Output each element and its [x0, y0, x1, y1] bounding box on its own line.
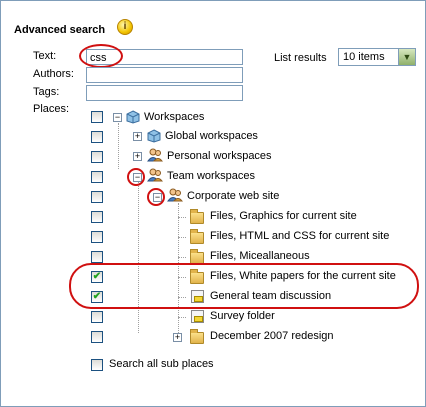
- tree-guide: [178, 277, 186, 278]
- people-icon: [147, 148, 163, 162]
- panel-title: Advanced search: [14, 24, 106, 36]
- tree-node-label[interactable]: Corporate web site: [187, 190, 279, 202]
- folder-icon: [190, 269, 204, 284]
- collapse-icon[interactable]: −: [133, 173, 142, 182]
- tree-node-label[interactable]: Personal workspaces: [167, 150, 272, 162]
- expand-icon[interactable]: +: [133, 152, 142, 161]
- people-icon: [147, 168, 163, 182]
- tree-guide: [178, 237, 186, 238]
- tree-node-label[interactable]: December 2007 redesign: [210, 330, 334, 342]
- list-results-value: 10 items: [343, 51, 385, 63]
- folder-icon: [190, 229, 204, 244]
- tree-node-label[interactable]: Files, Graphics for current site: [210, 210, 357, 222]
- folder-icon: [190, 249, 204, 264]
- tree-guide: [178, 257, 186, 258]
- people-icon: [167, 188, 183, 202]
- text-input[interactable]: css: [86, 49, 243, 65]
- folder-icon: [190, 209, 204, 224]
- authors-label: Authors:: [33, 68, 74, 80]
- folder-icon: [190, 329, 204, 344]
- collapse-icon[interactable]: −: [113, 113, 122, 122]
- list-results-label: List results: [274, 52, 327, 64]
- info-icon[interactable]: i: [117, 19, 133, 35]
- tree-node-label[interactable]: Team workspaces: [167, 170, 255, 182]
- checkbox-survey-folder[interactable]: [91, 311, 103, 323]
- expand-icon[interactable]: +: [173, 333, 182, 342]
- text-label: Text:: [33, 50, 57, 62]
- tree-guide: [178, 317, 186, 318]
- cube-icon: [147, 129, 161, 143]
- places-label: Places:: [33, 103, 70, 115]
- tree-guide: [178, 217, 186, 218]
- authors-input[interactable]: [86, 67, 243, 83]
- collapse-icon[interactable]: −: [153, 193, 162, 202]
- checkbox-files-graphics[interactable]: [91, 211, 103, 223]
- discussion-icon: [191, 310, 204, 323]
- tree-guide: [178, 297, 186, 298]
- checkbox-files-html-css[interactable]: [91, 231, 103, 243]
- search-all-label[interactable]: Search all sub places: [109, 358, 214, 370]
- discussion-icon: [191, 290, 204, 303]
- expand-icon[interactable]: +: [133, 132, 142, 141]
- checkbox-general-team-discussion[interactable]: ✔: [91, 291, 103, 303]
- tree-node-label[interactable]: Survey folder: [210, 310, 275, 322]
- cube-icon: [126, 110, 140, 124]
- tree-node-label[interactable]: Files, Miceallaneous: [210, 250, 310, 262]
- search-all-checkbox[interactable]: [91, 359, 103, 371]
- tags-label: Tags:: [33, 86, 60, 98]
- tree-guide: [118, 123, 119, 169]
- checkbox-team-workspaces[interactable]: [91, 171, 103, 183]
- checkbox-global-workspaces[interactable]: [91, 131, 103, 143]
- tree-node-label[interactable]: General team discussion: [210, 290, 331, 302]
- tree-node-label[interactable]: Workspaces: [144, 111, 204, 123]
- chevron-down-icon[interactable]: ▼: [398, 49, 415, 65]
- list-results-select[interactable]: 10 items ▼: [338, 48, 416, 66]
- advanced-search-panel: Advanced search i Text: Authors: Tags: P…: [0, 0, 426, 407]
- tree-guide: [178, 203, 179, 333]
- checkbox-files-white-papers[interactable]: ✔: [91, 271, 103, 283]
- tree-guide: [138, 181, 139, 333]
- checkbox-personal-workspaces[interactable]: [91, 151, 103, 163]
- checkbox-files-miscellaneous[interactable]: [91, 251, 103, 263]
- tags-input[interactable]: [86, 85, 243, 101]
- tree-node-label[interactable]: Global workspaces: [165, 130, 258, 142]
- checkbox-workspaces[interactable]: [91, 111, 103, 123]
- tree-node-label[interactable]: Files, White papers for the current site: [210, 270, 396, 282]
- checkbox-december-2007-redesign[interactable]: [91, 331, 103, 343]
- checkbox-corporate-web-site[interactable]: [91, 191, 103, 203]
- tree-node-label[interactable]: Files, HTML and CSS for current site: [210, 230, 389, 242]
